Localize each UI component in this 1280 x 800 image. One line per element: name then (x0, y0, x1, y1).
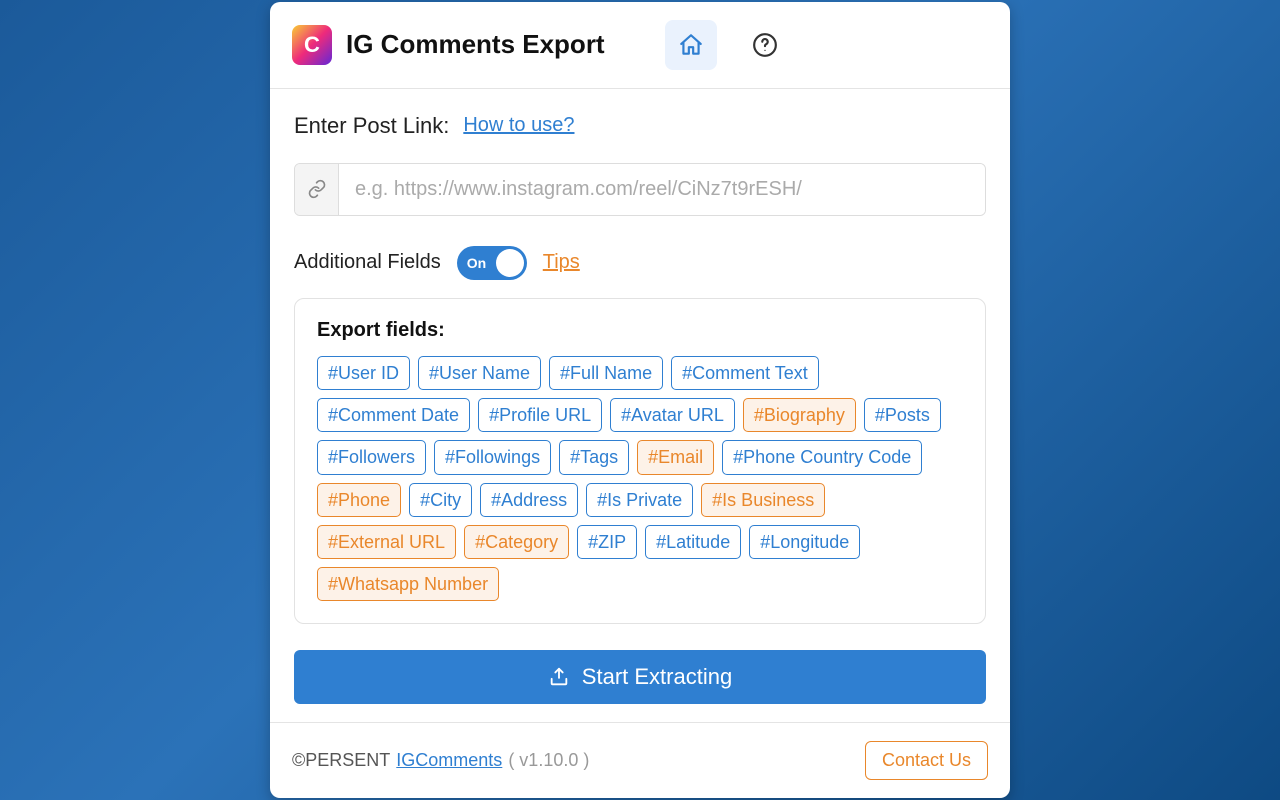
header: C IG Comments Export (270, 2, 1010, 89)
start-extracting-label: Start Extracting (582, 664, 732, 690)
export-fields-tags: #User ID#User Name#Full Name#Comment Tex… (317, 356, 963, 602)
toggle-state-text: On (467, 255, 486, 271)
footer: ©PERSENT IGComments ( v1.10.0 ) Contact … (270, 722, 1010, 798)
post-link-input-group (294, 163, 986, 216)
field-tag[interactable]: #Longitude (749, 525, 860, 559)
additional-fields-toggle[interactable]: On (457, 246, 527, 280)
field-tag[interactable]: #Comment Text (671, 356, 819, 390)
field-tag[interactable]: #Tags (559, 440, 629, 474)
field-tag[interactable]: #Avatar URL (610, 398, 735, 432)
app-logo: C (292, 25, 332, 65)
field-tag[interactable]: #Is Business (701, 483, 825, 517)
body: Enter Post Link: How to use? Additional … (270, 89, 1010, 723)
home-button[interactable] (665, 20, 717, 70)
field-tag[interactable]: #Is Private (586, 483, 693, 517)
app-card: C IG Comments Export Enter Post Link: Ho… (270, 2, 1010, 799)
field-tag[interactable]: #Full Name (549, 356, 663, 390)
field-tag[interactable]: #Phone (317, 483, 401, 517)
field-tag[interactable]: #External URL (317, 525, 456, 559)
link-addon (295, 164, 339, 215)
post-link-label: Enter Post Link: (294, 113, 449, 139)
export-fields-box: Export fields: #User ID#User Name#Full N… (294, 298, 986, 625)
additional-fields-row: Additional Fields On Tips (294, 246, 986, 280)
field-tag[interactable]: #Posts (864, 398, 941, 432)
field-tag[interactable]: #Followings (434, 440, 551, 474)
link-icon (307, 179, 327, 199)
post-link-input[interactable] (339, 164, 985, 215)
help-icon (752, 32, 778, 58)
tips-link[interactable]: Tips (543, 251, 580, 274)
help-button[interactable] (739, 20, 791, 70)
field-tag[interactable]: #Phone Country Code (722, 440, 922, 474)
field-tag[interactable]: #City (409, 483, 472, 517)
field-tag[interactable]: #ZIP (577, 525, 637, 559)
field-tag[interactable]: #Followers (317, 440, 426, 474)
field-tag[interactable]: #Latitude (645, 525, 741, 559)
export-icon (548, 666, 570, 688)
brand-link[interactable]: IGComments (396, 750, 502, 771)
home-icon (678, 32, 704, 58)
export-fields-title: Export fields: (317, 319, 963, 342)
field-tag[interactable]: #Category (464, 525, 569, 559)
field-tag[interactable]: #User ID (317, 356, 410, 390)
additional-fields-label: Additional Fields (294, 251, 441, 274)
copyright-text: ©PERSENT (292, 750, 390, 771)
field-tag[interactable]: #Whatsapp Number (317, 567, 499, 601)
version-text: ( v1.10.0 ) (508, 750, 589, 771)
field-tag[interactable]: #Profile URL (478, 398, 602, 432)
field-tag[interactable]: #Email (637, 440, 714, 474)
field-tag[interactable]: #User Name (418, 356, 541, 390)
toggle-knob (496, 249, 524, 277)
field-tag[interactable]: #Comment Date (317, 398, 470, 432)
footer-left: ©PERSENT IGComments ( v1.10.0 ) (292, 750, 589, 771)
start-extracting-button[interactable]: Start Extracting (294, 650, 986, 704)
post-link-row: Enter Post Link: How to use? (294, 113, 986, 139)
field-tag[interactable]: #Biography (743, 398, 856, 432)
app-title: IG Comments Export (346, 29, 605, 60)
how-to-use-link[interactable]: How to use? (463, 114, 574, 137)
contact-us-button[interactable]: Contact Us (865, 741, 988, 780)
field-tag[interactable]: #Address (480, 483, 578, 517)
